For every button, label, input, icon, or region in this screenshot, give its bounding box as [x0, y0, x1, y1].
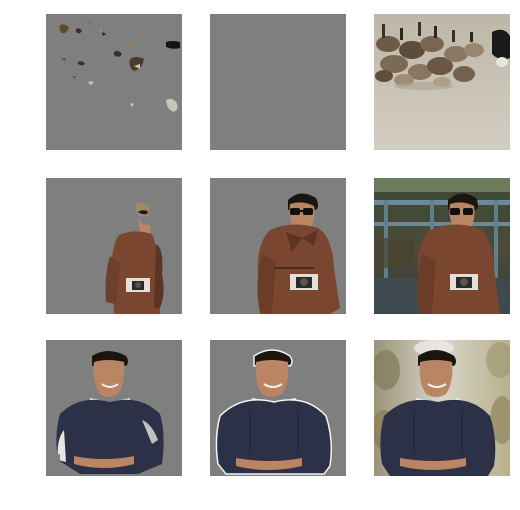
- man-sweater-mask-full: [210, 340, 346, 476]
- geese-mask-empty: [210, 14, 346, 150]
- man-sunglasses-original-photo: [374, 178, 510, 314]
- geese-original-photo: [374, 14, 510, 150]
- man-sunglasses-mask-partial: [46, 178, 182, 314]
- geese-mask-partial: [46, 14, 182, 150]
- man-sweater-original-photo: [374, 340, 510, 476]
- man-sunglasses-mask-full: [210, 178, 346, 314]
- man-sweater-mask-partial: [46, 340, 182, 476]
